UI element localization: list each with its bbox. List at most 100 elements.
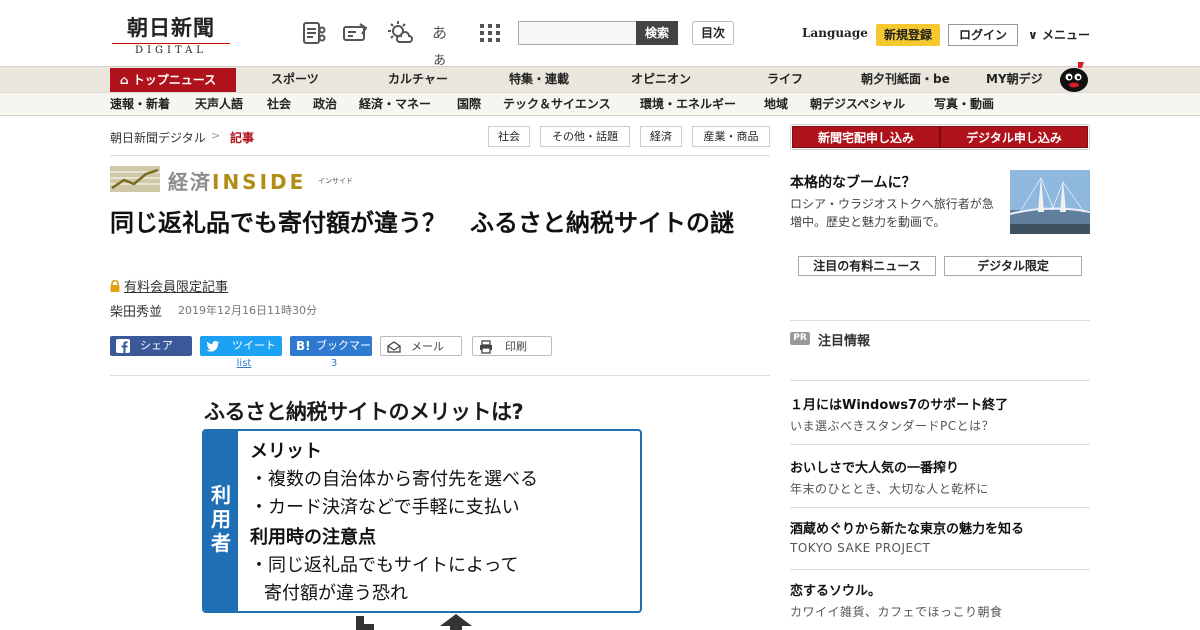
pr-item-sub[interactable]: いま選ぶべきスタンダードPCとは？ bbox=[790, 417, 994, 434]
twitter-share-label: ツイート bbox=[232, 339, 276, 352]
divider bbox=[790, 320, 1090, 321]
figure-caution-1: ・同じ返礼品でもサイトによって bbox=[250, 555, 519, 576]
article-date: 2019年12月16日11時30分 bbox=[178, 304, 317, 317]
tab-featured-paid-news[interactable]: 注目の有料ニュース bbox=[798, 256, 936, 276]
paid-member-label[interactable]: 有料会員限定記事 bbox=[110, 276, 228, 295]
nav-item-opinion[interactable]: オピニオン bbox=[631, 67, 691, 92]
figure-merit-1: ・複数の自治体から寄付先を選べる bbox=[250, 469, 538, 490]
newspaper-icon[interactable] bbox=[301, 20, 327, 46]
grid-icon[interactable] bbox=[477, 20, 503, 46]
signup-button[interactable]: 新規登録 bbox=[876, 24, 940, 46]
divider bbox=[110, 155, 770, 156]
nav-item-life[interactable]: ライフ bbox=[767, 67, 803, 92]
inside-banner[interactable]: 経済INSIDE bbox=[168, 166, 306, 195]
breadcrumb-separator: > bbox=[211, 129, 221, 142]
pr-item-title[interactable]: おいしさで大人気の一番搾り bbox=[790, 457, 959, 476]
figure-band-label: 利用者 bbox=[211, 483, 231, 555]
sub-nav-economy[interactable]: 経済・マネー bbox=[359, 93, 431, 116]
divider bbox=[110, 375, 770, 376]
font-size-icon[interactable]: あぁ bbox=[432, 20, 458, 68]
language-link[interactable]: Language bbox=[802, 26, 868, 40]
logo-sub-text: DIGITAL bbox=[112, 43, 230, 56]
pr-item-sub[interactable]: 年末のひととき、大切な人と乾杯に bbox=[790, 480, 989, 497]
site-logo[interactable]: 朝日新聞 DIGITAL bbox=[112, 12, 230, 56]
print-button[interactable]: 印刷 bbox=[472, 336, 552, 356]
sub-nav-region[interactable]: 地域 bbox=[764, 93, 788, 116]
nav-item-culture[interactable]: カルチャー bbox=[388, 67, 448, 92]
hatena-count[interactable]: 3 bbox=[314, 358, 354, 369]
inside-banner-word: INSIDE bbox=[212, 170, 307, 194]
mail-icon bbox=[387, 341, 401, 353]
pr-item-title[interactable]: 酒蔵めぐりから新たな東京の魅力を知る bbox=[790, 518, 1024, 537]
nav-top-label: トップニュース bbox=[132, 73, 217, 87]
sub-nav-politics[interactable]: 政治 bbox=[313, 93, 337, 116]
mascot-icon bbox=[1060, 62, 1088, 92]
pr-item-sub[interactable]: カワイイ雑貨、カフェでほっこり朝食 bbox=[790, 603, 1003, 620]
pr-item-sub[interactable]: TOKYO SAKE PROJECT bbox=[790, 541, 930, 555]
tab-digital-limited[interactable]: デジタル限定 bbox=[944, 256, 1082, 276]
paid-member-text: 有料会員限定記事 bbox=[124, 280, 229, 295]
sub-nav-special[interactable]: 朝デジスペシャル bbox=[810, 93, 905, 116]
nav-item-paper[interactable]: 朝夕刊紙面・be bbox=[861, 67, 950, 92]
breadcrumb-current: 記事 bbox=[230, 131, 255, 145]
sub-navigation: 速報・新着 天声人語 社会 政治 経済・マネー 国際 テック＆サイエンス 環境・… bbox=[0, 92, 1200, 116]
search-button[interactable]: 検索 bbox=[636, 21, 678, 45]
divider bbox=[790, 380, 1090, 381]
pr-item-title[interactable]: １月にはWindows7のサポート終了 bbox=[790, 394, 1008, 413]
facebook-icon bbox=[116, 339, 130, 353]
nav-item-sports[interactable]: スポーツ bbox=[271, 67, 319, 92]
pr-heading: 注目情報 bbox=[818, 334, 871, 349]
mail-share-label: メール bbox=[411, 340, 444, 353]
twitter-count-text: list bbox=[236, 358, 252, 369]
subscribe-paper-button[interactable]: 新聞宅配申し込み bbox=[792, 126, 940, 148]
tag-economy[interactable]: 経済 bbox=[640, 126, 682, 147]
ad-text[interactable]: ロシア・ウラジオストクへ旅行者が急増中。歴史と魅力を動画で。 bbox=[790, 195, 1002, 231]
sub-nav-tenseijingo[interactable]: 天声人語 bbox=[195, 93, 243, 116]
facebook-share-button[interactable]: シェア bbox=[110, 336, 192, 356]
ad-title[interactable]: 本格的なブームに？ bbox=[790, 172, 916, 192]
article-headline: 同じ返礼品でも寄付額が違う？ ふるさと納税サイトの謎 bbox=[110, 209, 734, 237]
hatena-bookmark-label: ブックマーク bbox=[316, 339, 382, 352]
facebook-share-label: シェア bbox=[140, 339, 173, 352]
breadcrumb-home[interactable]: 朝日新聞デジタル bbox=[110, 129, 206, 146]
search-input[interactable] bbox=[518, 21, 637, 45]
ticket-icon[interactable] bbox=[342, 20, 368, 46]
main-navigation: ⌂ トップニュース スポーツ カルチャー 特集・連載 オピニオン ライフ 朝夕刊… bbox=[0, 66, 1200, 92]
tag-industry[interactable]: 産業・商品 bbox=[692, 126, 770, 147]
inside-banner-ruby: インサイド bbox=[318, 177, 353, 185]
sub-nav-breaking[interactable]: 速報・新着 bbox=[110, 93, 170, 116]
hatena-b-icon: B! bbox=[296, 339, 311, 353]
printer-icon bbox=[480, 340, 492, 354]
login-button[interactable]: ログイン bbox=[948, 24, 1018, 46]
pr-item-title[interactable]: 恋するソウル。 bbox=[790, 580, 881, 599]
font-size-glyph: あぁ bbox=[432, 24, 448, 68]
sub-nav-environment[interactable]: 環境・エネルギー bbox=[640, 93, 736, 116]
nav-item-features[interactable]: 特集・連載 bbox=[509, 67, 569, 92]
mail-share-button[interactable]: メール bbox=[380, 336, 462, 356]
sub-nav-photo-video[interactable]: 写真・動画 bbox=[934, 93, 994, 116]
nav-top-news[interactable]: ⌂ トップニュース bbox=[110, 68, 236, 92]
lock-icon bbox=[110, 280, 120, 292]
weather-icon[interactable] bbox=[387, 20, 413, 46]
ad-bridge-image[interactable] bbox=[1010, 170, 1090, 234]
home-icon: ⌂ bbox=[120, 73, 133, 87]
subscribe-digital-button[interactable]: デジタル申し込み bbox=[940, 126, 1088, 148]
twitter-bird-icon bbox=[206, 340, 219, 352]
twitter-share-button[interactable]: ツイート bbox=[200, 336, 282, 356]
nav-item-my-asadigi[interactable]: MY朝デジ bbox=[986, 67, 1043, 92]
figure-caution-2: 寄付額が違う恐れ bbox=[264, 583, 408, 604]
hatena-bookmark-button[interactable]: B! ブックマーク bbox=[290, 336, 382, 356]
tag-society[interactable]: 社会 bbox=[488, 126, 530, 147]
twitter-count-link[interactable]: list bbox=[224, 358, 264, 369]
tag-misc-topics[interactable]: その他・話題 bbox=[540, 126, 630, 147]
figure-merit-heading: メリット bbox=[250, 441, 322, 462]
menu-button[interactable]: ∨ メニュー bbox=[1028, 26, 1090, 43]
sub-nav-tech[interactable]: テック＆サイエンス bbox=[503, 93, 611, 116]
logo-main-text: 朝日新聞 bbox=[127, 15, 215, 40]
figure-title: ふるさと納税サイトのメリットは? bbox=[204, 400, 524, 424]
sub-nav-international[interactable]: 国際 bbox=[457, 93, 481, 116]
sub-nav-society[interactable]: 社会 bbox=[267, 93, 291, 116]
index-button[interactable]: 目次 bbox=[692, 21, 734, 45]
site-header: 朝日新聞 DIGITAL あぁ 検索 目次 Language 新規登録 ログイン… bbox=[0, 0, 1200, 68]
divider bbox=[790, 444, 1090, 445]
